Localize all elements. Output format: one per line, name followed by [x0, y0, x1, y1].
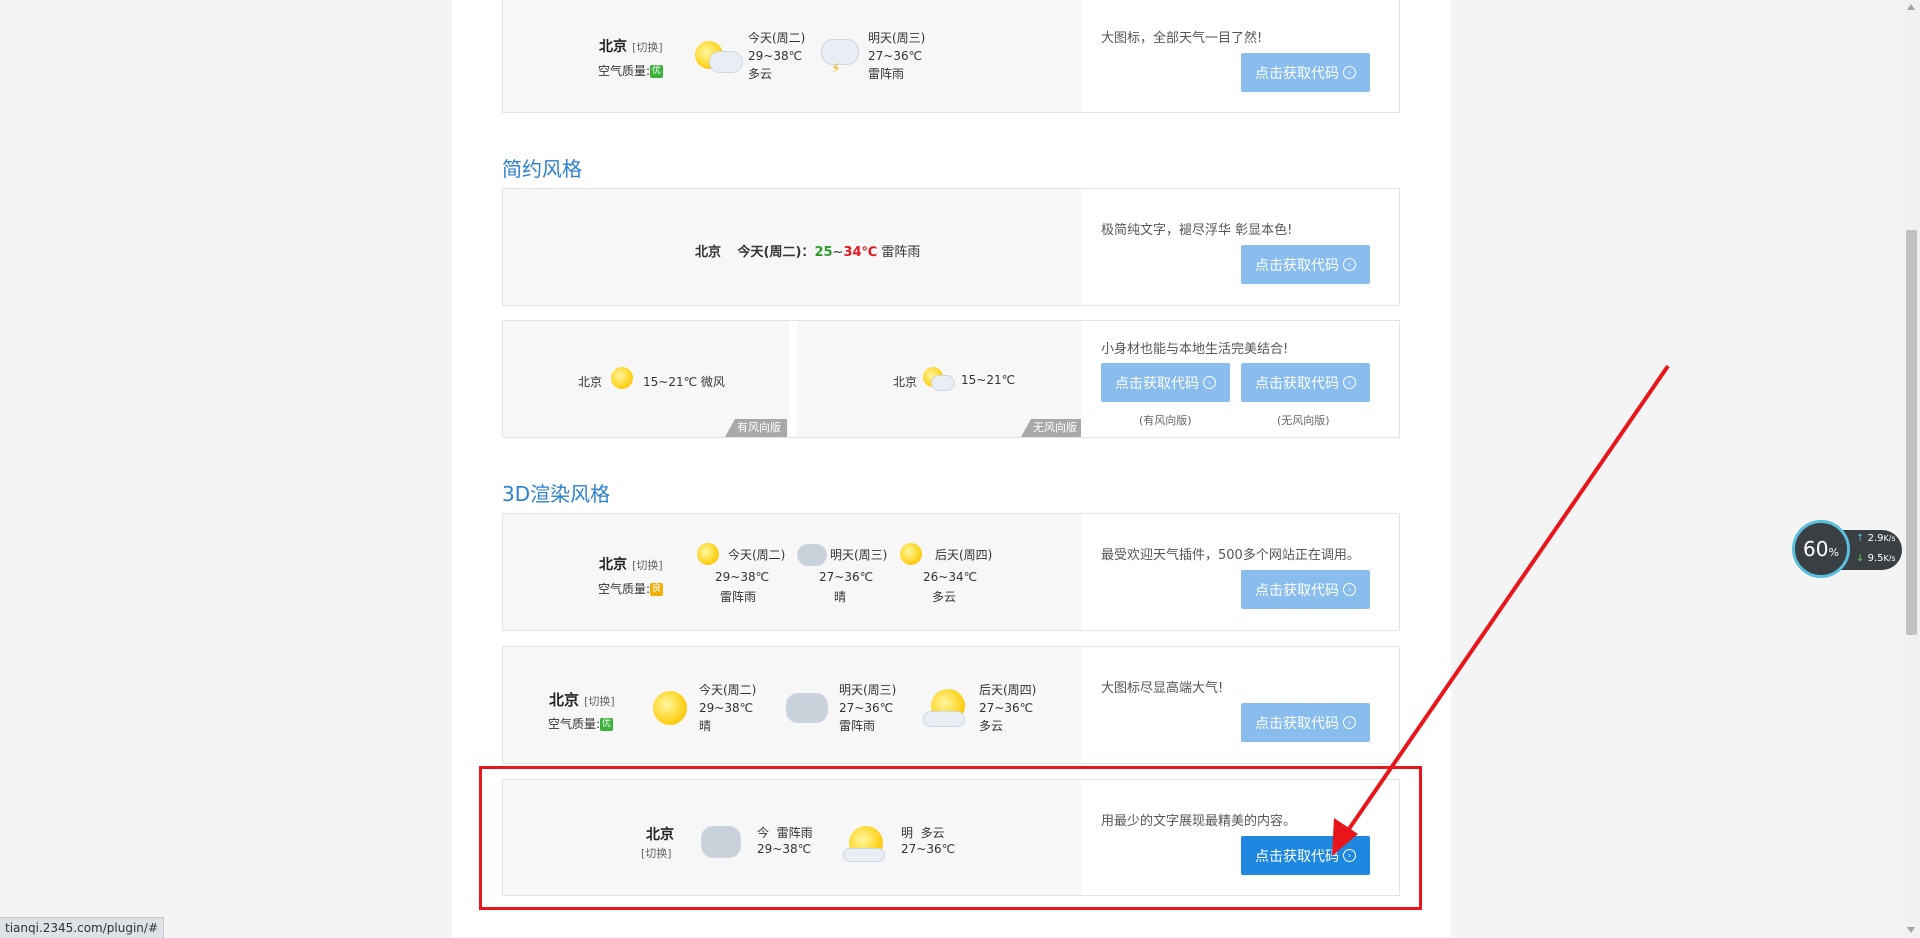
annotation-arrow — [1332, 364, 1670, 856]
scroll-down-arrow[interactable] — [1907, 927, 1915, 933]
upload-speed: 2.9 — [1867, 533, 1884, 544]
scrollbar-track[interactable] — [1903, 0, 1920, 937]
upload-speed-unit: K/s — [1883, 534, 1896, 543]
status-bar-url: tianqi.2345.com/plugin/# — [0, 917, 164, 938]
cpu-percent: 60 — [1803, 537, 1829, 561]
download-speed: 9.5 — [1867, 553, 1884, 564]
download-arrow-icon: ↓ — [1856, 553, 1865, 564]
network-monitor-widget[interactable]: 60% ↑ 2.9K/s ↓ 9.5K/s — [1792, 520, 1904, 578]
cpu-gauge: 60% — [1792, 520, 1850, 578]
upload-arrow-icon: ↑ — [1856, 533, 1865, 544]
scrollbar-thumb[interactable] — [1906, 230, 1917, 635]
cpu-percent-unit: % — [1828, 546, 1839, 559]
scroll-up-arrow[interactable] — [1907, 4, 1915, 10]
download-speed-unit: K/s — [1883, 554, 1896, 563]
